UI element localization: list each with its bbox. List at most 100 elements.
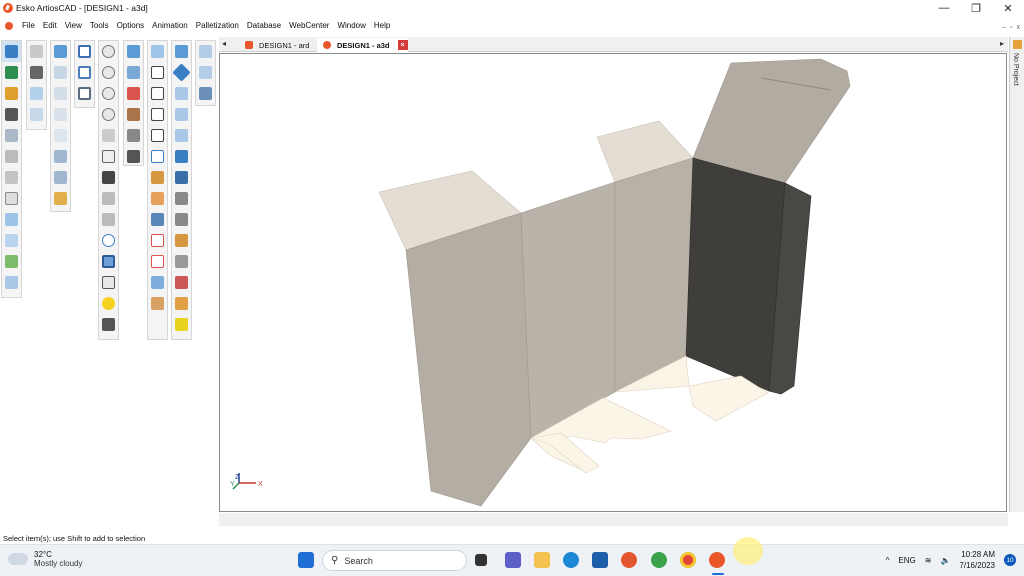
frame-box-button[interactable] [75, 41, 94, 62]
orbit-button[interactable] [99, 230, 118, 251]
fold-box-button[interactable] [148, 146, 167, 167]
frame-view-button[interactable] [99, 251, 118, 272]
ruler-button[interactable] [51, 188, 70, 209]
weather-widget[interactable]: 32°C Mostly cloudy [6, 549, 82, 568]
task-view-icon[interactable] [475, 554, 487, 566]
zoom-out-button[interactable] [99, 83, 118, 104]
menu-database[interactable]: Database [243, 21, 285, 30]
view-list-button[interactable] [51, 83, 70, 104]
zoom-fit-button[interactable] [99, 104, 118, 125]
artioscad-taskbar-icon[interactable] [709, 552, 725, 568]
tab-scroll-right-icon[interactable]: ▸ [1000, 39, 1004, 48]
layers-button[interactable] [148, 188, 167, 209]
u-shape-button[interactable] [148, 167, 167, 188]
select-panel-button[interactable] [2, 62, 21, 83]
microsoft-store-icon[interactable] [592, 552, 608, 568]
pallet-button[interactable] [148, 293, 167, 314]
pan-axes-button[interactable] [27, 83, 46, 104]
mdi-restore-icon[interactable]: ▫ [1010, 24, 1012, 31]
clip-button[interactable] [172, 188, 191, 209]
file-explorer-icon[interactable] [534, 552, 550, 568]
box-outline-button[interactable] [148, 62, 167, 83]
pattern-button[interactable] [124, 83, 143, 104]
menu-edit[interactable]: Edit [39, 21, 61, 30]
pan-button[interactable] [99, 146, 118, 167]
diamond-button[interactable] [172, 62, 191, 83]
chrome-icon[interactable] [680, 552, 696, 568]
render-button-1[interactable] [99, 188, 118, 209]
tray-chevron-icon[interactable]: ^ [886, 556, 890, 565]
light-button[interactable] [99, 293, 118, 314]
language-indicator[interactable]: ENG [898, 556, 915, 565]
zoom-in-button[interactable] [99, 41, 118, 62]
windows-start-icon[interactable] [298, 552, 314, 568]
wifi-icon[interactable]: ≋ [925, 556, 932, 565]
tag-button[interactable] [172, 167, 191, 188]
tab-design1-ard[interactable]: DESIGN1 - ard [239, 38, 309, 52]
horizontal-scroll-area[interactable] [219, 513, 1008, 526]
notification-badge[interactable]: 10 [1004, 554, 1016, 566]
box-view-button[interactable] [99, 272, 118, 293]
menu-tools[interactable]: Tools [86, 21, 113, 30]
group-2-button[interactable] [196, 62, 215, 83]
shuffle-button[interactable] [51, 146, 70, 167]
measure-tool-button[interactable] [27, 41, 46, 62]
view-settings-button[interactable] [51, 62, 70, 83]
rotate-tool-button[interactable] [2, 209, 21, 230]
color-clip-button[interactable] [172, 230, 191, 251]
folding-carton-model[interactable]: Z Y X [220, 54, 1006, 511]
zoom-tool-button[interactable] [99, 125, 118, 146]
volume-icon[interactable]: 🔈 [940, 556, 950, 565]
text-tool-button[interactable] [2, 104, 21, 125]
box-tool-button[interactable] [2, 146, 21, 167]
frame-arrow-button[interactable] [75, 62, 94, 83]
cube-red-2-button[interactable] [148, 251, 167, 272]
line-tool-button[interactable] [2, 125, 21, 146]
box-outline-2-button[interactable] [148, 83, 167, 104]
render-button-2[interactable] [99, 209, 118, 230]
clock[interactable]: 10:28 AM 7/16/2023 [959, 549, 995, 571]
taskbar-search-input[interactable]: ⚲ Search [322, 550, 467, 571]
clip-3-button[interactable] [172, 251, 191, 272]
box-outline-3-button[interactable] [148, 104, 167, 125]
table-button[interactable] [172, 293, 191, 314]
cube-blue-button[interactable] [148, 209, 167, 230]
fold-tool-button[interactable] [2, 83, 21, 104]
palette-button[interactable] [172, 314, 191, 335]
diamond-3-button[interactable] [172, 104, 191, 125]
group-button[interactable] [196, 41, 215, 62]
tab-scroll-left-icon[interactable]: ◂ [222, 39, 226, 48]
sheet-button[interactable] [124, 41, 143, 62]
view-delete-button[interactable] [51, 104, 70, 125]
menu-palletization[interactable]: Palletization [192, 21, 243, 30]
measure-2-button[interactable] [124, 125, 143, 146]
layer-button[interactable] [51, 125, 70, 146]
minimize-button[interactable]: — [928, 0, 960, 16]
maximize-button[interactable]: ❐ [960, 0, 992, 16]
mdi-minimize-icon[interactable]: – [1002, 24, 1006, 31]
box-outline-4-button[interactable] [148, 125, 167, 146]
edge-browser-icon[interactable] [563, 552, 579, 568]
add-view-button[interactable] [51, 41, 70, 62]
mdi-close-icon[interactable]: x [1017, 24, 1021, 31]
insert-button[interactable] [172, 146, 191, 167]
pen-button[interactable] [172, 41, 191, 62]
stack-button[interactable] [124, 62, 143, 83]
diamond-4-button[interactable] [172, 125, 191, 146]
close-button[interactable]: ✕ [992, 0, 1024, 16]
menu-options[interactable]: Options [113, 21, 149, 30]
compare-button[interactable] [51, 167, 70, 188]
select-tool-button[interactable] [2, 41, 21, 62]
camera-button[interactable] [99, 167, 118, 188]
grid-tool-button[interactable] [2, 272, 21, 293]
cube-tool-button[interactable] [2, 230, 21, 251]
move-tool-button[interactable] [2, 251, 21, 272]
shape-tool-button[interactable] [2, 188, 21, 209]
cube-red-button[interactable] [148, 230, 167, 251]
tab-design1-a3d[interactable]: DESIGN1 - a3d × [317, 38, 408, 52]
menu-view[interactable]: View [61, 21, 86, 30]
menu-window[interactable]: Window [333, 21, 369, 30]
cube-gradient-button[interactable] [148, 272, 167, 293]
zoom-window-button[interactable] [99, 62, 118, 83]
material-button[interactable] [124, 104, 143, 125]
